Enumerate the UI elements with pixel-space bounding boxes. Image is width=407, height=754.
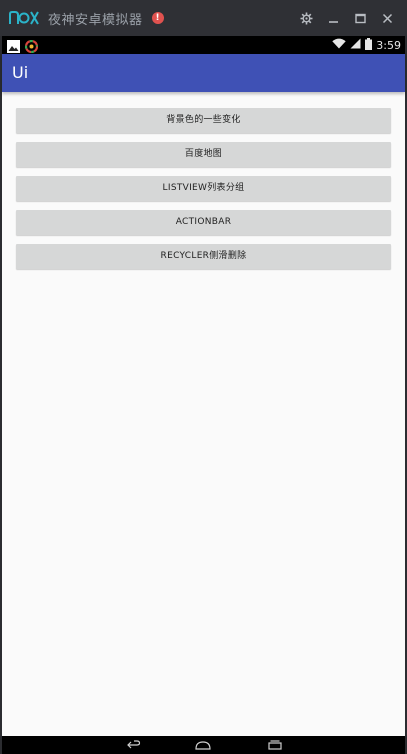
recycler-swipe-delete-button[interactable]: RECYCLER侧滑删除 [16,244,391,269]
window-controls [293,0,401,36]
home-icon[interactable] [188,736,218,754]
emulator-title: 夜神安卓模拟器 [48,12,143,28]
close-icon[interactable] [374,5,401,32]
status-bar: 3:59 [2,36,405,54]
status-icons-right: 3:59 [332,36,401,54]
recents-icon[interactable] [260,736,290,754]
gear-icon[interactable] [293,5,320,32]
back-icon[interactable] [119,736,149,754]
wifi-icon [332,38,350,52]
app-icon [24,38,39,54]
status-icons-left [7,38,43,54]
app-title: Ui [12,63,29,82]
listview-group-button[interactable]: LISTVIEW列表分组 [16,176,391,201]
background-color-button[interactable]: 背景色的一些变化 [16,108,391,133]
app-bar: Ui [2,54,405,92]
battery-icon [365,37,376,53]
alert-icon[interactable]: ! [151,12,164,24]
actionbar-button[interactable]: ACTIONBAR [16,210,391,235]
status-time: 3:59 [376,38,401,52]
signal-icon [350,38,365,52]
gallery-icon [7,38,20,53]
emulator-title-bar: 夜神安卓模拟器 ! [0,0,407,36]
button-list: 背景色的一些变化 百度地图 LISTVIEW列表分组 ACTIONBAR REC… [16,108,391,278]
emulator-window: 夜神安卓模拟器 ! 3:59 Ui 背景色的一些变化 百度地图 LISTVIEW… [0,0,407,754]
baidu-map-button[interactable]: 百度地图 [16,142,391,167]
nox-logo [9,10,39,26]
android-screen: 3:59 Ui 背景色的一些变化 百度地图 LISTVIEW列表分组 ACTIO… [2,36,405,754]
navigation-bar [2,736,405,754]
minimize-icon[interactable] [320,5,347,32]
maximize-icon[interactable] [347,5,374,32]
